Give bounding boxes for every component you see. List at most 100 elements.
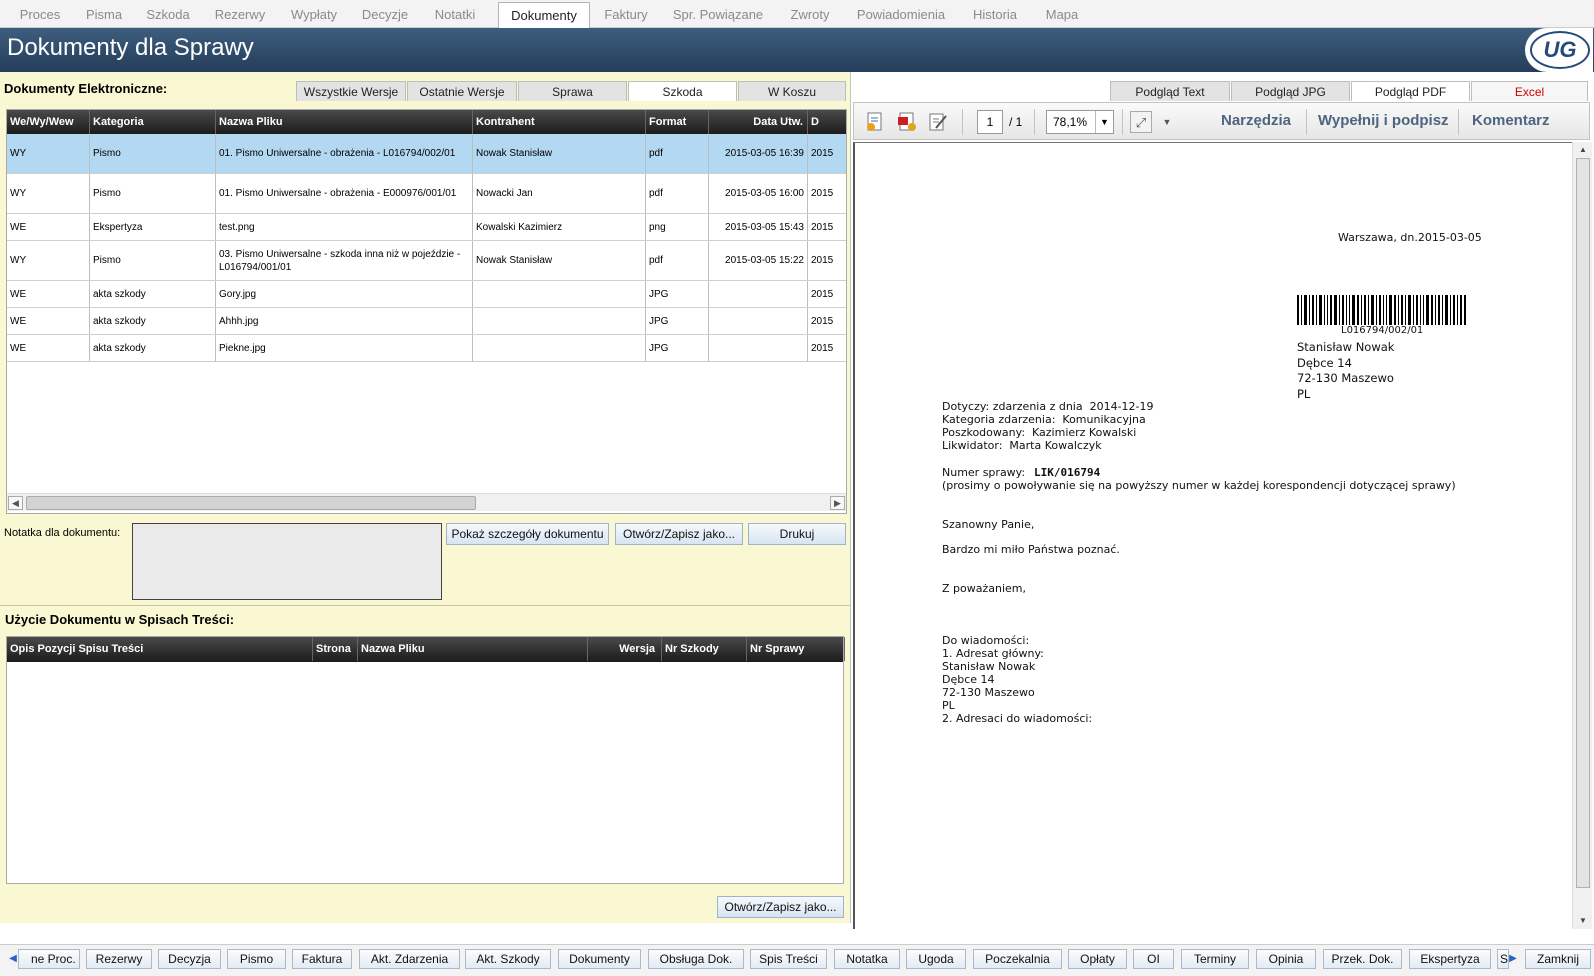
note-label: Notatka dla dokumentu: bbox=[4, 527, 121, 539]
tab-spr-powiazane[interactable]: Spr. Powiązane bbox=[666, 3, 770, 28]
comment-link[interactable]: Komentarz bbox=[1472, 103, 1550, 141]
bottom-button-notatka[interactable]: Notatka bbox=[834, 949, 900, 969]
col-nr-sprawy[interactable]: Nr Sprawy bbox=[747, 637, 845, 661]
table-row[interactable]: WY Pismo 01. Pismo Uniwersalne - obrażen… bbox=[7, 134, 846, 174]
edit-icon[interactable] bbox=[927, 111, 949, 133]
bottom-button-przek-dok[interactable]: Przek. Dok. bbox=[1323, 949, 1402, 969]
cell-type: WY bbox=[7, 241, 90, 280]
col-nr-szkody[interactable]: Nr Szkody bbox=[662, 637, 747, 661]
tab-faktury[interactable]: Faktury bbox=[596, 3, 656, 28]
scrollbar-thumb[interactable] bbox=[26, 496, 476, 510]
scroll-right-icon[interactable]: ▶ bbox=[1506, 950, 1520, 968]
tab-preview-jpg[interactable]: Podgląd JPG bbox=[1231, 81, 1350, 101]
bottom-button-oplaty[interactable]: Opłaty bbox=[1068, 949, 1127, 969]
bottom-button-faktura[interactable]: Faktura bbox=[292, 949, 352, 969]
tab-pisma[interactable]: Pisma bbox=[76, 3, 132, 28]
tab-historia[interactable]: Historia bbox=[962, 3, 1028, 28]
bottom-button-terminy[interactable]: Terminy bbox=[1181, 949, 1249, 969]
arrow-up-icon[interactable]: ▲ bbox=[1577, 144, 1589, 156]
tab-zwroty[interactable]: Zwroty bbox=[780, 3, 840, 28]
expand-icon[interactable]: ⤢ bbox=[1130, 111, 1152, 133]
divider bbox=[0, 605, 850, 606]
col-nazwa-pliku[interactable]: Nazwa Pliku bbox=[216, 110, 473, 134]
cell-type: WE bbox=[7, 335, 90, 361]
open-save-button[interactable]: Otwórz/Zapisz jako... bbox=[615, 523, 743, 545]
fill-sign-link[interactable]: Wypełnij i podpisz bbox=[1318, 103, 1449, 141]
col-strona[interactable]: Strona bbox=[313, 637, 358, 661]
tab-notatki[interactable]: Notatki bbox=[426, 3, 484, 28]
chevron-down-icon[interactable]: ▼ bbox=[1156, 111, 1178, 133]
cell-date bbox=[709, 335, 808, 361]
bottom-button-poczekalnia[interactable]: Poczekalnia bbox=[973, 949, 1062, 969]
col-format[interactable]: Format bbox=[646, 110, 709, 134]
chevron-down-icon[interactable]: ▼ bbox=[1095, 111, 1113, 133]
tab-preview-text[interactable]: Podgląd Text bbox=[1110, 81, 1230, 101]
cell-filename: Gory.jpg bbox=[216, 281, 473, 307]
subtab-sprawa[interactable]: Sprawa bbox=[518, 81, 627, 101]
subtab-szkoda[interactable]: Szkoda bbox=[628, 81, 737, 101]
show-details-button[interactable]: Pokaż szczegóły dokumentu bbox=[446, 523, 609, 545]
bottom-button-decyzja[interactable]: Decyzja bbox=[158, 949, 221, 969]
table-row[interactable]: WY Pismo 03. Pismo Uniwersalne - szkoda … bbox=[7, 241, 846, 281]
table-row[interactable]: WE akta szkody Gory.jpg JPG 2015 bbox=[7, 281, 846, 308]
horizontal-scrollbar[interactable]: ◀ ▶ bbox=[7, 493, 846, 511]
subtab-w-koszu[interactable]: W Koszu bbox=[738, 81, 846, 101]
col-kategoria[interactable]: Kategoria bbox=[90, 110, 216, 134]
cell-type: WY bbox=[7, 134, 90, 173]
vertical-scrollbar[interactable]: ▲ ▼ bbox=[1572, 142, 1592, 929]
cell-format: png bbox=[646, 214, 709, 240]
bottom-button-proc[interactable]: ne Proc. bbox=[18, 949, 80, 969]
note-textarea[interactable] bbox=[132, 523, 442, 600]
tab-excel[interactable]: Excel bbox=[1471, 81, 1588, 101]
tab-szkoda[interactable]: Szkoda bbox=[136, 3, 200, 28]
bottom-button-opinia[interactable]: Opinia bbox=[1256, 949, 1316, 969]
table-row[interactable]: WY Pismo 01. Pismo Uniwersalne - obrażen… bbox=[7, 174, 846, 214]
arrow-left-icon[interactable]: ◀ bbox=[8, 496, 23, 510]
table-row[interactable]: WE akta szkody Ahhh.jpg JPG 2015 bbox=[7, 308, 846, 335]
arrow-down-icon[interactable]: ▼ bbox=[1577, 915, 1589, 927]
usage-open-save-button[interactable]: Otwórz/Zapisz jako... bbox=[717, 896, 844, 918]
col-nazwa-pliku[interactable]: Nazwa Pliku bbox=[358, 637, 588, 661]
close-button[interactable]: Zamknij bbox=[1525, 949, 1591, 969]
tab-dokumenty[interactable]: Dokumenty bbox=[498, 2, 590, 29]
col-data-utw[interactable]: Data Utw. bbox=[709, 110, 808, 134]
subtab-all-versions[interactable]: Wszystkie Wersje bbox=[296, 81, 406, 101]
tools-link[interactable]: Narzędzia bbox=[1221, 103, 1291, 141]
tab-powiadomienia[interactable]: Powiadomienia bbox=[850, 3, 952, 28]
page-title: Dokumenty dla Sprawy bbox=[7, 34, 254, 61]
save-pdf-icon[interactable] bbox=[864, 111, 886, 133]
tab-decyzje[interactable]: Decyzje bbox=[354, 3, 416, 28]
col-d[interactable]: D bbox=[808, 110, 846, 134]
table-row[interactable]: WE Ekspertyza test.png Kowalski Kazimier… bbox=[7, 214, 846, 241]
print-button[interactable]: Drukuj bbox=[748, 523, 846, 545]
cell-category: akta szkody bbox=[90, 335, 216, 361]
bottom-button-oi[interactable]: OI bbox=[1133, 949, 1174, 969]
cell-format: JPG bbox=[646, 281, 709, 307]
col-kontrahent[interactable]: Kontrahent bbox=[473, 110, 646, 134]
table-row[interactable]: WE akta szkody Piekne.jpg JPG 2015 bbox=[7, 335, 846, 362]
bottom-button-akt-zdarzenia[interactable]: Akt. Zdarzenia bbox=[359, 949, 460, 969]
bottom-button-ugoda[interactable]: Ugoda bbox=[906, 949, 966, 969]
col-opis-pozycji[interactable]: Opis Pozycji Spisu Treści bbox=[7, 637, 313, 661]
bottom-button-pismo[interactable]: Pismo bbox=[227, 949, 286, 969]
zoom-select[interactable]: 78,1% ▼ bbox=[1046, 110, 1114, 134]
bottom-button-obsluga-dok[interactable]: Obsługa Dok. bbox=[648, 949, 744, 969]
tab-wyplaty[interactable]: Wypłaty bbox=[282, 3, 346, 28]
arrow-right-icon[interactable]: ▶ bbox=[830, 496, 845, 510]
tab-proces[interactable]: Proces bbox=[8, 3, 72, 28]
subtab-last-versions[interactable]: Ostatnie Wersje bbox=[407, 81, 517, 101]
col-we-wy-wew[interactable]: We/Wy/Wew bbox=[7, 110, 90, 134]
tab-rezerwy[interactable]: Rezerwy bbox=[206, 3, 274, 28]
tab-mapa[interactable]: Mapa bbox=[1036, 3, 1088, 28]
col-wersja[interactable]: Wersja bbox=[588, 637, 662, 661]
bottom-button-dokumenty[interactable]: Dokumenty bbox=[558, 949, 641, 969]
page-number-input[interactable]: 1 bbox=[977, 110, 1003, 134]
bottom-button-ekspertyza[interactable]: Ekspertyza bbox=[1409, 949, 1491, 969]
doc-case-number: LIK/016794 bbox=[1034, 466, 1101, 479]
scrollbar-thumb[interactable] bbox=[1576, 158, 1590, 888]
bottom-button-rezerwy[interactable]: Rezerwy bbox=[86, 949, 152, 969]
bottom-button-akt-szkody[interactable]: Akt. Szkody bbox=[465, 949, 551, 969]
tab-preview-pdf[interactable]: Podgląd PDF bbox=[1351, 81, 1470, 101]
pdf-export-icon[interactable] bbox=[896, 111, 918, 133]
bottom-button-spis-tresci[interactable]: Spis Treści bbox=[750, 949, 827, 969]
